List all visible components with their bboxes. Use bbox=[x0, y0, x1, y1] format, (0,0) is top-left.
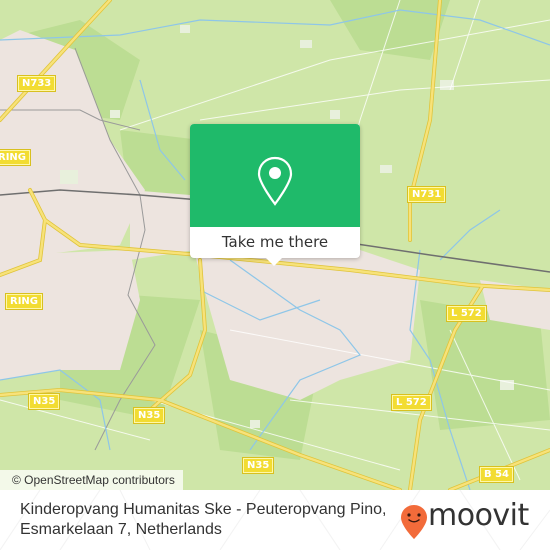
road-label-n733: N733 bbox=[18, 76, 56, 91]
footer: Kinderopvang Humanitas Ske - Peuteropvan… bbox=[0, 490, 550, 550]
popup-pointer bbox=[266, 258, 282, 266]
road-label-l572-top: L 572 bbox=[447, 306, 486, 321]
road-label-ring-bottom: RING bbox=[6, 294, 42, 309]
take-me-there-button[interactable]: Take me there bbox=[190, 227, 360, 258]
moovit-wordmark: moovit bbox=[428, 498, 529, 533]
location-popup: Take me there bbox=[190, 124, 360, 266]
map-attribution[interactable]: © OpenStreetMap contributors bbox=[0, 470, 183, 490]
address-line-1: Kinderopvang Humanitas Ske - Peuteropvan… bbox=[20, 501, 387, 518]
road-label-b54: B 54 bbox=[480, 467, 514, 482]
road-label-n35-mid: N35 bbox=[134, 408, 165, 423]
place-address: Kinderopvang Humanitas Ske - Peuteropvan… bbox=[20, 500, 390, 540]
road-label-n35-bottom: N35 bbox=[243, 458, 274, 473]
address-line-2: Esmarkelaan 7, Netherlands bbox=[20, 521, 222, 538]
popup-header bbox=[190, 124, 360, 227]
road-label-n731: N731 bbox=[408, 187, 446, 202]
road-label-n35-left: N35 bbox=[29, 394, 60, 409]
map-view[interactable]: N733 RING RING N731 L 572 L 572 N35 N35 … bbox=[0, 0, 550, 490]
road-label-l572-bottom: L 572 bbox=[392, 395, 431, 410]
moovit-logo-icon bbox=[400, 504, 428, 544]
road-label-ring-top: RING bbox=[0, 150, 30, 165]
